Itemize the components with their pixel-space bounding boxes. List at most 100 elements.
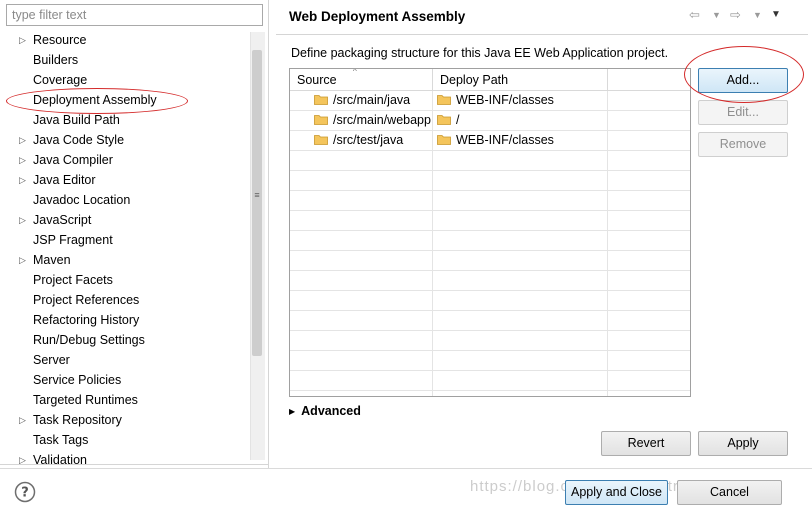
expand-arrow-icon[interactable]: ▷ — [19, 450, 29, 464]
column-header-source-label: Source — [297, 73, 337, 87]
tree-item[interactable]: Service Policies — [0, 370, 240, 390]
panel-divider — [268, 0, 269, 468]
table-row[interactable] — [290, 311, 690, 331]
deploy-path: / — [456, 113, 460, 127]
table-row[interactable] — [290, 171, 690, 191]
cancel-button[interactable]: Cancel — [677, 480, 782, 505]
tree-item[interactable]: Project References — [0, 290, 240, 310]
tree-item[interactable]: Refactoring History — [0, 310, 240, 330]
tree-item[interactable]: ▷ Task Repository — [0, 410, 240, 430]
tree-item-label: Service Policies — [33, 373, 122, 387]
tree-item-label: Java Code Style — [33, 133, 125, 147]
tree-item[interactable]: Run/Debug Settings — [0, 330, 240, 350]
assembly-table[interactable]: Source ^ Deploy Path /src/main/java WEB-I… — [289, 68, 691, 397]
tree-item[interactable]: Targeted Runtimes — [0, 390, 240, 410]
advanced-label: Advanced — [301, 404, 361, 418]
tree-item[interactable]: Server — [0, 350, 240, 370]
remove-button[interactable]: Remove — [698, 132, 788, 157]
deploy-path: WEB-INF/classes — [456, 93, 554, 107]
footer-separator — [0, 468, 812, 469]
tree-item[interactable]: ▷ JavaScript — [0, 210, 240, 230]
table-row[interactable] — [290, 351, 690, 371]
expand-arrow-icon[interactable]: ▷ — [19, 210, 29, 230]
tree-item-label: Builders — [33, 53, 79, 67]
tree-item-label: JSP Fragment — [33, 233, 113, 247]
table-row[interactable]: /src/test/java WEB-INF/classes — [290, 131, 690, 151]
source-cell: /src/test/java — [314, 131, 432, 150]
tree-item[interactable]: Builders — [0, 50, 240, 70]
column-header-deploy-path[interactable]: Deploy Path — [433, 69, 608, 91]
tree-item-label: Coverage — [33, 73, 88, 87]
table-row[interactable]: /src/main/java WEB-INF/classes — [290, 91, 690, 111]
table-row[interactable] — [290, 191, 690, 211]
column-divider — [607, 91, 608, 396]
folder-icon — [437, 112, 451, 125]
tree-item[interactable]: ▷ Java Compiler — [0, 150, 240, 170]
tree-item[interactable]: Javadoc Location — [0, 190, 240, 210]
source-cell: /src/main/webapp — [314, 111, 432, 130]
tree-item-label: Targeted Runtimes — [33, 393, 138, 407]
tree-item-label: Task Tags — [33, 433, 89, 447]
table-row[interactable] — [290, 271, 690, 291]
filter-input[interactable] — [6, 4, 263, 26]
tree-item-label: Java Compiler — [33, 153, 113, 167]
forward-arrow-icon[interactable]: ⇨ — [730, 7, 741, 23]
table-row[interactable] — [290, 291, 690, 311]
tree-item-label: Maven — [33, 253, 71, 267]
tree-item-label: Resource — [33, 33, 87, 47]
source-path: /src/test/java — [333, 133, 404, 147]
forward-dropdown-icon[interactable]: ▼ — [753, 10, 762, 20]
expand-arrow-icon[interactable]: ▷ — [19, 410, 29, 430]
tree-scrollbar-thumb[interactable] — [252, 50, 262, 356]
column-header-source[interactable]: Source ^ — [290, 69, 433, 91]
table-row[interactable] — [290, 231, 690, 251]
source-path: /src/main/java — [333, 93, 411, 107]
deploy-path: WEB-INF/classes — [456, 133, 554, 147]
expand-arrow-icon[interactable]: ▷ — [19, 170, 29, 190]
apply-and-close-button[interactable]: Apply and Close — [565, 480, 668, 505]
folder-icon — [314, 132, 328, 145]
back-arrow-icon[interactable]: ⇦ — [689, 7, 700, 23]
apply-button[interactable]: Apply — [698, 431, 788, 456]
tree-item[interactable]: ▷ Java Code Style — [0, 130, 240, 150]
expand-triangle-icon: ▶ — [289, 407, 296, 416]
tree-item[interactable]: ▷ Java Editor — [0, 170, 240, 190]
annotation-circle — [684, 46, 804, 103]
table-row[interactable] — [290, 331, 690, 351]
help-icon[interactable]: ? — [14, 481, 36, 503]
scrollbar-grip-icon: ≡ — [254, 190, 260, 200]
tree-item[interactable]: ▷ Maven — [0, 250, 240, 270]
expand-arrow-icon[interactable]: ▷ — [19, 150, 29, 170]
expand-arrow-icon[interactable]: ▷ — [19, 130, 29, 150]
tree-item[interactable]: ▷ Resource — [0, 30, 240, 50]
tree-item-label: Run/Debug Settings — [33, 333, 145, 347]
tree-item[interactable]: Task Tags — [0, 430, 240, 450]
tree-item-label: Task Repository — [33, 413, 122, 427]
expand-arrow-icon[interactable]: ▷ — [19, 250, 29, 270]
table-row[interactable] — [290, 211, 690, 231]
table-row[interactable]: /src/main/webapp / — [290, 111, 690, 131]
folder-icon — [314, 112, 328, 125]
title-separator — [276, 34, 808, 35]
tree-item[interactable]: JSP Fragment — [0, 230, 240, 250]
tree-item[interactable]: Project Facets — [0, 270, 240, 290]
table-row[interactable] — [290, 371, 690, 391]
tree-item[interactable]: ▷ Validation — [0, 450, 240, 464]
view-menu-icon[interactable]: ▼ — [771, 9, 781, 20]
page-description: Define packaging structure for this Java… — [291, 46, 669, 60]
advanced-section-toggle[interactable]: ▶ Advanced — [289, 404, 361, 418]
back-dropdown-icon[interactable]: ▼ — [712, 10, 721, 20]
expand-arrow-icon[interactable]: ▷ — [19, 30, 29, 50]
tree-item-label: JavaScript — [33, 213, 92, 227]
page-title: Web Deployment Assembly — [289, 9, 466, 24]
edit-button[interactable]: Edit... — [698, 100, 788, 125]
table-row[interactable] — [290, 251, 690, 271]
tree-item[interactable]: Coverage — [0, 70, 240, 90]
folder-icon — [437, 132, 451, 145]
tree-item-label: Java Editor — [33, 173, 96, 187]
revert-button[interactable]: Revert — [601, 431, 691, 456]
table-row[interactable] — [290, 151, 690, 171]
tree-item-label: Validation — [33, 453, 87, 464]
tree-item-label: Javadoc Location — [33, 193, 131, 207]
tree-item-label: Project Facets — [33, 273, 113, 287]
